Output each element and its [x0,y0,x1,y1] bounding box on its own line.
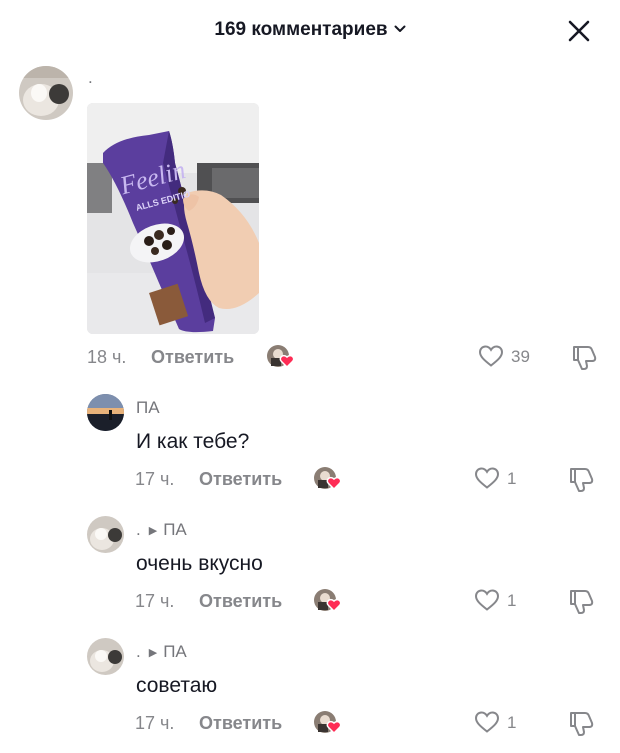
heart-icon [478,345,504,367]
avatar[interactable] [87,394,124,431]
reply-arrow-icon: ▶ [148,525,158,538]
comment-time: 17 ч. [135,713,175,733]
like-button[interactable] [478,344,504,373]
thumbs-down-icon [573,346,597,370]
close-icon [568,20,590,42]
chevron-down-icon [394,17,406,39]
heart-icon [474,711,500,733]
avatar[interactable] [87,638,124,675]
like-count: 1 [507,591,517,610]
comment-author[interactable]: ПА [136,398,160,418]
thumbs-down-icon [570,590,594,614]
heart-icon [474,589,500,611]
thumbs-down-icon [570,712,594,736]
like-button[interactable] [474,466,500,495]
comment-author[interactable]: . [88,68,93,88]
creator-liked-icon [313,466,343,492]
comment-time: 18 ч. [87,347,127,367]
reply-button[interactable]: Ответить [199,469,282,490]
dislike-button[interactable] [567,709,595,742]
comment-author-reply-to[interactable]: . ▶ ПА [136,520,187,540]
comments-header: 169 комментариев [0,0,620,62]
comment-time: 17 ч. [135,469,175,489]
thumbs-down-icon [570,468,594,492]
comment-photo[interactable]: Feelin ALLS EDITIO [87,103,259,334]
comment-author: . [136,642,141,661]
reply-arrow-icon: ▶ [148,647,158,660]
comment-time: 17 ч. [135,591,175,611]
comments-count-dropdown[interactable]: 169 комментариев [0,19,620,41]
comment-text: очень вкусно [136,552,263,575]
avatar[interactable] [19,66,73,120]
heart-icon [474,467,500,489]
close-button[interactable] [564,16,594,46]
like-count: 39 [511,347,530,366]
avatar[interactable] [87,516,124,553]
reply-button[interactable]: Ответить [199,591,282,612]
comment-author: . [136,520,141,539]
like-count: 1 [507,713,517,732]
dislike-button[interactable] [567,465,595,498]
comment-text: советаю [136,674,218,697]
comments-count-title: 169 комментариев [214,19,388,40]
creator-liked-icon [266,344,296,370]
like-count: 1 [507,469,517,488]
comment-author-reply-to[interactable]: . ▶ ПА [136,642,187,662]
dislike-button[interactable] [570,343,598,376]
like-button[interactable] [474,710,500,739]
comment-text: И как тебе? [136,430,250,453]
creator-liked-icon [313,588,343,614]
reply-to-author: ПА [163,642,187,661]
reply-to-author: ПА [163,520,187,539]
reply-button[interactable]: Ответить [151,347,234,368]
like-button[interactable] [474,588,500,617]
creator-liked-icon [313,710,343,736]
dislike-button[interactable] [567,587,595,620]
reply-button[interactable]: Ответить [199,713,282,734]
